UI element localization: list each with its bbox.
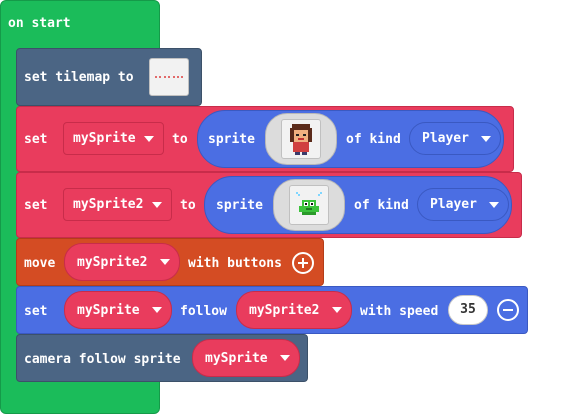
variable-name: mySprite2 [249,302,320,318]
set-tilemap-label: set tilemap to [24,70,134,85]
sprite-image-picker[interactable] [281,119,321,159]
chevron-down-icon [332,307,342,313]
camera-follow-label: camera follow sprite [24,352,181,367]
set-keyword: set [24,304,48,319]
of-kind-keyword: of kind [346,132,401,147]
variable-name: mySprite [205,350,268,366]
chevron-down-icon [481,135,491,142]
to-keyword: to [180,198,196,213]
variable-name: mySprite [77,302,140,318]
sprite-variable-dropdown[interactable]: mySprite [64,291,172,329]
sprite-image-well[interactable] [265,113,337,165]
kind-name: Player [430,197,477,212]
tilemap-image-picker[interactable] [149,58,189,96]
variable-name: mySprite2 [73,197,144,212]
kind-dropdown[interactable]: Player [417,188,509,221]
minus-circle-icon[interactable] [497,299,519,321]
kind-dropdown[interactable]: Player [409,122,501,155]
sprite-keyword: sprite [216,198,263,213]
chevron-down-icon [144,135,154,142]
chevron-down-icon [152,307,162,313]
variable-dropdown[interactable]: mySprite [63,122,164,155]
target-sprite-dropdown[interactable]: mySprite2 [236,291,352,329]
sprite-image-picker[interactable] [289,185,329,225]
move-keyword: move [24,256,56,271]
enemy-sprite-icon [296,192,322,215]
with-speed-keyword: with speed [360,304,439,319]
sprite-variable-dropdown[interactable]: mySprite2 [64,243,180,281]
chevron-down-icon [280,355,290,361]
set-keyword: set [24,198,48,213]
sprite-keyword: sprite [208,132,255,147]
chevron-down-icon [152,201,162,208]
variable-name: mySprite2 [77,254,148,270]
variable-name: mySprite [73,131,136,146]
tilemap-preview-icon [155,76,183,78]
chevron-down-icon [489,201,499,208]
of-kind-keyword: of kind [354,198,409,213]
chevron-down-icon [160,259,170,265]
sprite-image-well[interactable] [273,179,345,231]
variable-dropdown[interactable]: mySprite2 [63,188,172,221]
with-buttons-keyword: with buttons [188,256,282,271]
on-start-label: on start [8,16,71,31]
player-sprite-icon [290,124,312,155]
speed-input[interactable]: 35 [448,295,488,325]
set-keyword: set [24,132,48,147]
kind-name: Player [422,131,469,146]
plus-circle-icon[interactable] [292,252,314,274]
follow-keyword: follow [180,304,227,319]
sprite-variable-dropdown[interactable]: mySprite [192,339,300,377]
to-keyword: to [172,132,188,147]
